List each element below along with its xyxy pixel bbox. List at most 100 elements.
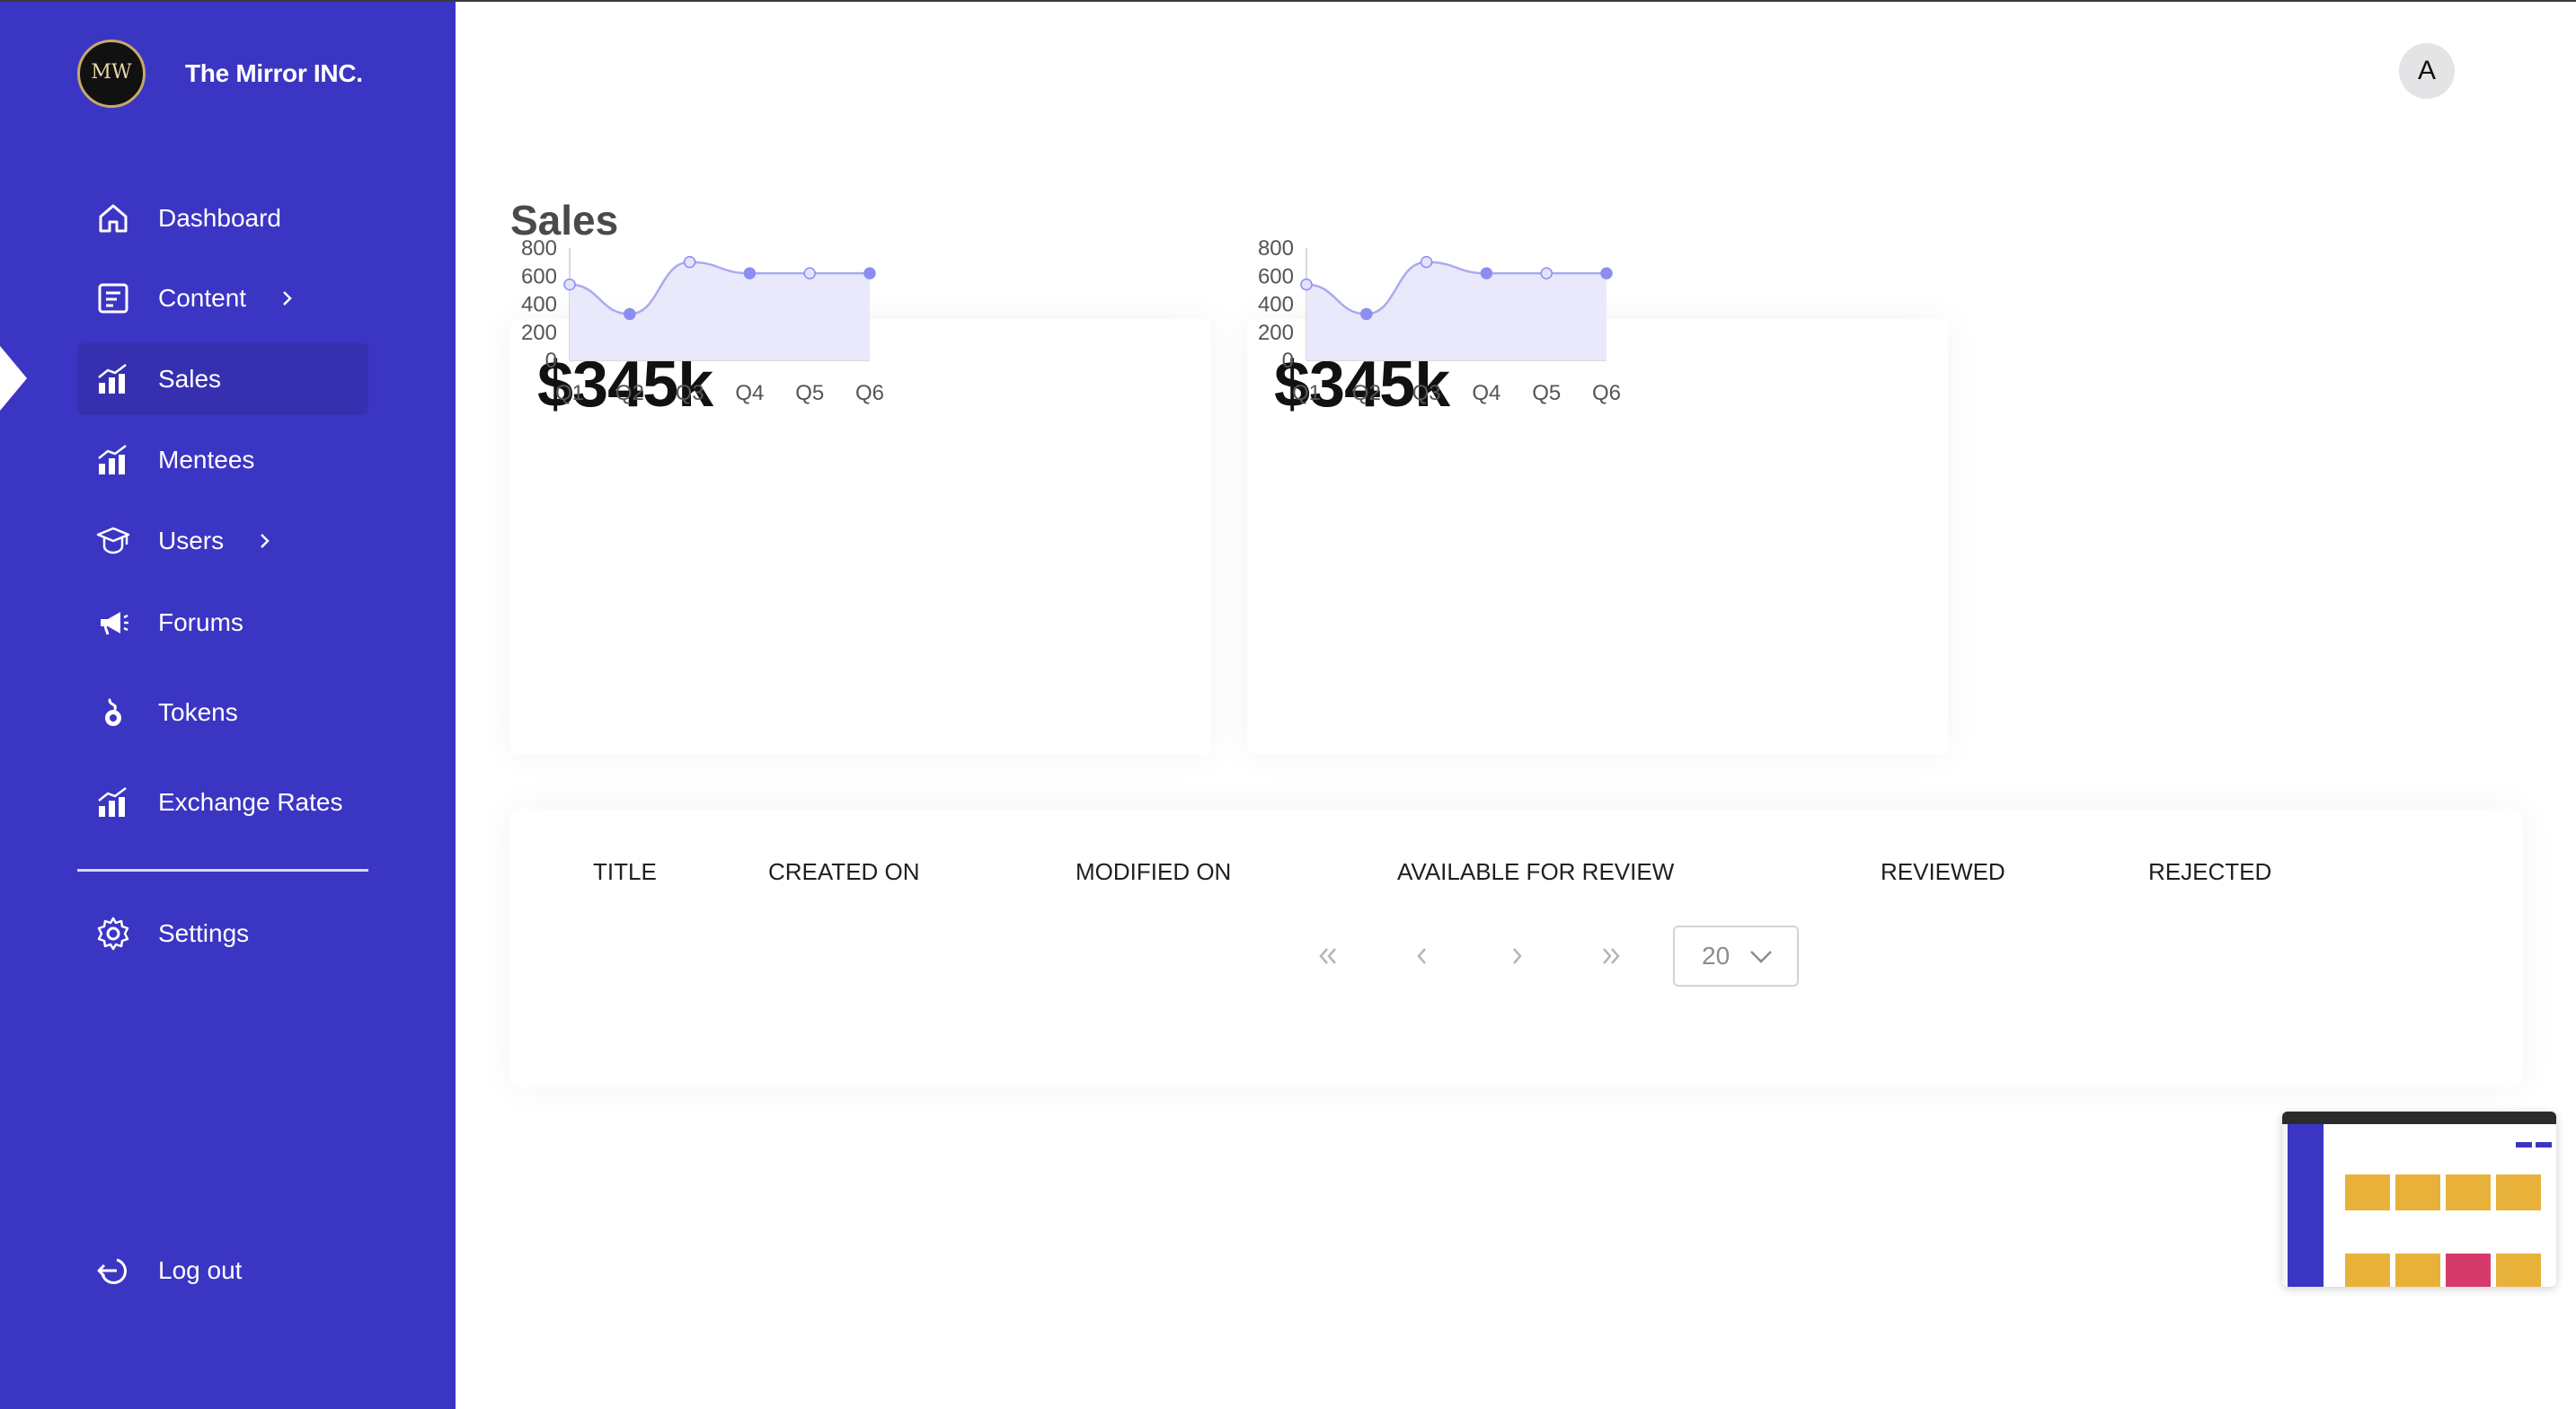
data-point bbox=[743, 267, 757, 279]
screenshot-thumbnail[interactable] bbox=[2282, 1112, 2556, 1287]
y-tick-label: 0 bbox=[545, 349, 557, 373]
data-point bbox=[1420, 255, 1433, 269]
x-tick-label: Q2 bbox=[615, 381, 644, 405]
column-header-rejected[interactable]: REJECTED bbox=[2148, 858, 2271, 886]
sidebar-item-label: Users bbox=[158, 527, 225, 554]
data-point bbox=[1480, 267, 1493, 279]
page-size-select[interactable]: 20 bbox=[1673, 926, 1799, 987]
column-header-available-for-review[interactable]: AVAILABLE FOR REVIEW bbox=[1397, 858, 1674, 886]
x-tick-label: Q5 bbox=[795, 381, 824, 405]
y-tick-label: 200 bbox=[1258, 321, 1294, 345]
bar-chart-icon bbox=[95, 361, 131, 397]
x-tick-label: Q5 bbox=[1532, 381, 1561, 405]
data-point bbox=[1540, 267, 1553, 279]
sales-card: $345k 0 200 400 600 800 Q1 Q2 Q3 Q4 Q5 Q6 bbox=[1247, 236, 1948, 755]
y-tick-label: 800 bbox=[1258, 236, 1294, 261]
sidebar-item-label: Settings bbox=[158, 919, 250, 947]
content-table: TITLE CREATED ON MODIFIED ON AVAILABLE F… bbox=[510, 809, 2523, 1087]
x-tick-label: Q2 bbox=[1352, 381, 1381, 405]
sales-area-chart: 0 200 400 600 800 Q1 Q2 Q3 Q4 Q5 Q6 bbox=[1258, 236, 1621, 405]
chevron-left-icon bbox=[1417, 948, 1426, 964]
logout-label: Log out bbox=[158, 1256, 243, 1284]
y-tick-label: 400 bbox=[1258, 293, 1294, 317]
x-tick-label: Q3 bbox=[676, 381, 704, 405]
sidebar-item-label: Exchange Rates bbox=[158, 788, 343, 816]
x-tick-label: Q6 bbox=[855, 381, 884, 405]
sidebar-item-sales[interactable]: Sales bbox=[77, 343, 368, 415]
data-point bbox=[624, 307, 636, 321]
bar-chart-icon bbox=[95, 784, 131, 820]
x-tick-label: Q3 bbox=[1412, 381, 1441, 405]
data-point bbox=[1300, 278, 1313, 291]
data-point bbox=[1600, 267, 1613, 279]
avatar[interactable]: A bbox=[2399, 43, 2455, 99]
gear-icon bbox=[95, 916, 131, 952]
sidebar-item-exchange-rates[interactable]: Exchange Rates bbox=[77, 767, 368, 838]
logo-mark: MW bbox=[91, 61, 132, 84]
chevron-right-icon bbox=[261, 534, 270, 548]
previous-page-button[interactable] bbox=[1391, 934, 1454, 979]
last-page-button[interactable] bbox=[1580, 934, 1642, 979]
data-point bbox=[1360, 307, 1373, 321]
window-top-border bbox=[0, 0, 2576, 2]
sidebar-item-mentees[interactable]: Mentees bbox=[77, 424, 368, 496]
sidebar-item-label: Sales bbox=[158, 365, 222, 393]
sidebar-item-forums[interactable]: Forums bbox=[77, 587, 368, 659]
chevron-right-icon bbox=[1513, 948, 1522, 964]
column-header-created-on[interactable]: CREATED ON bbox=[768, 858, 920, 886]
chevron-right-icon bbox=[283, 291, 292, 306]
graduation-cap-icon bbox=[95, 523, 131, 559]
document-icon bbox=[95, 280, 131, 316]
x-tick-label: Q1 bbox=[555, 381, 584, 405]
sidebar-item-settings[interactable]: Settings bbox=[77, 898, 368, 970]
home-icon bbox=[95, 200, 131, 236]
sidebar-item-label: Mentees bbox=[158, 446, 255, 474]
first-page-button[interactable] bbox=[1297, 934, 1359, 979]
double-chevron-right-icon bbox=[1603, 948, 1620, 964]
logout-button[interactable]: Log out bbox=[77, 1235, 368, 1307]
y-tick-label: 0 bbox=[1282, 349, 1294, 373]
x-tick-label: Q4 bbox=[1472, 381, 1500, 405]
x-tick-label: Q4 bbox=[735, 381, 764, 405]
x-tick-label: Q1 bbox=[1292, 381, 1321, 405]
sales-area-chart: 0 200 400 600 800 Q1 Q2 Q3 Q4 Q5 Q6 bbox=[521, 236, 884, 405]
y-tick-label: 600 bbox=[521, 264, 557, 288]
brand-logo: MW bbox=[77, 40, 146, 108]
sidebar-item-label: Forums bbox=[158, 608, 243, 636]
column-header-title[interactable]: TITLE bbox=[593, 858, 657, 886]
chevron-down-icon bbox=[1750, 951, 1773, 963]
sidebar-item-label: Content bbox=[158, 284, 247, 312]
y-tick-label: 200 bbox=[521, 321, 557, 345]
sidebar-item-users[interactable]: Users bbox=[77, 505, 368, 577]
megaphone-icon bbox=[95, 605, 131, 641]
column-header-modified-on[interactable]: MODIFIED ON bbox=[1076, 858, 1231, 886]
next-page-button[interactable] bbox=[1485, 934, 1548, 979]
y-tick-label: 800 bbox=[521, 236, 557, 261]
double-chevron-left-icon bbox=[1319, 948, 1336, 964]
data-point bbox=[863, 267, 876, 279]
column-header-reviewed[interactable]: REVIEWED bbox=[1881, 858, 2005, 886]
page-size-value: 20 bbox=[1702, 942, 1731, 970]
active-indicator bbox=[0, 346, 27, 411]
brand-name: The Mirror INC. bbox=[185, 59, 363, 87]
coin-hand-icon bbox=[95, 695, 131, 731]
bar-chart-icon bbox=[95, 442, 131, 478]
logout-icon bbox=[95, 1253, 131, 1289]
sidebar-item-content[interactable]: Content bbox=[77, 262, 368, 334]
y-tick-label: 400 bbox=[521, 293, 557, 317]
sidebar: MW The Mirror INC. Dashboard Content Sal… bbox=[0, 0, 456, 1409]
data-point bbox=[563, 278, 576, 291]
sidebar-item-label: Tokens bbox=[158, 698, 238, 726]
pagination: 20 bbox=[1297, 926, 1799, 987]
sidebar-item-dashboard[interactable]: Dashboard bbox=[77, 182, 368, 254]
sales-card: $345k 0 200 400 600 800 Q1 Q2 Q3 Q4 Q5 Q6 bbox=[510, 236, 1211, 755]
data-point bbox=[803, 267, 816, 279]
sidebar-item-tokens[interactable]: Tokens bbox=[77, 677, 368, 749]
sidebar-divider bbox=[77, 869, 368, 872]
y-tick-label: 600 bbox=[1258, 264, 1294, 288]
x-tick-label: Q6 bbox=[1592, 381, 1621, 405]
data-point bbox=[683, 255, 696, 269]
brand[interactable]: MW The Mirror INC. bbox=[77, 40, 363, 108]
thumbnail-image bbox=[2282, 1112, 2556, 1287]
sidebar-item-label: Dashboard bbox=[158, 204, 281, 232]
